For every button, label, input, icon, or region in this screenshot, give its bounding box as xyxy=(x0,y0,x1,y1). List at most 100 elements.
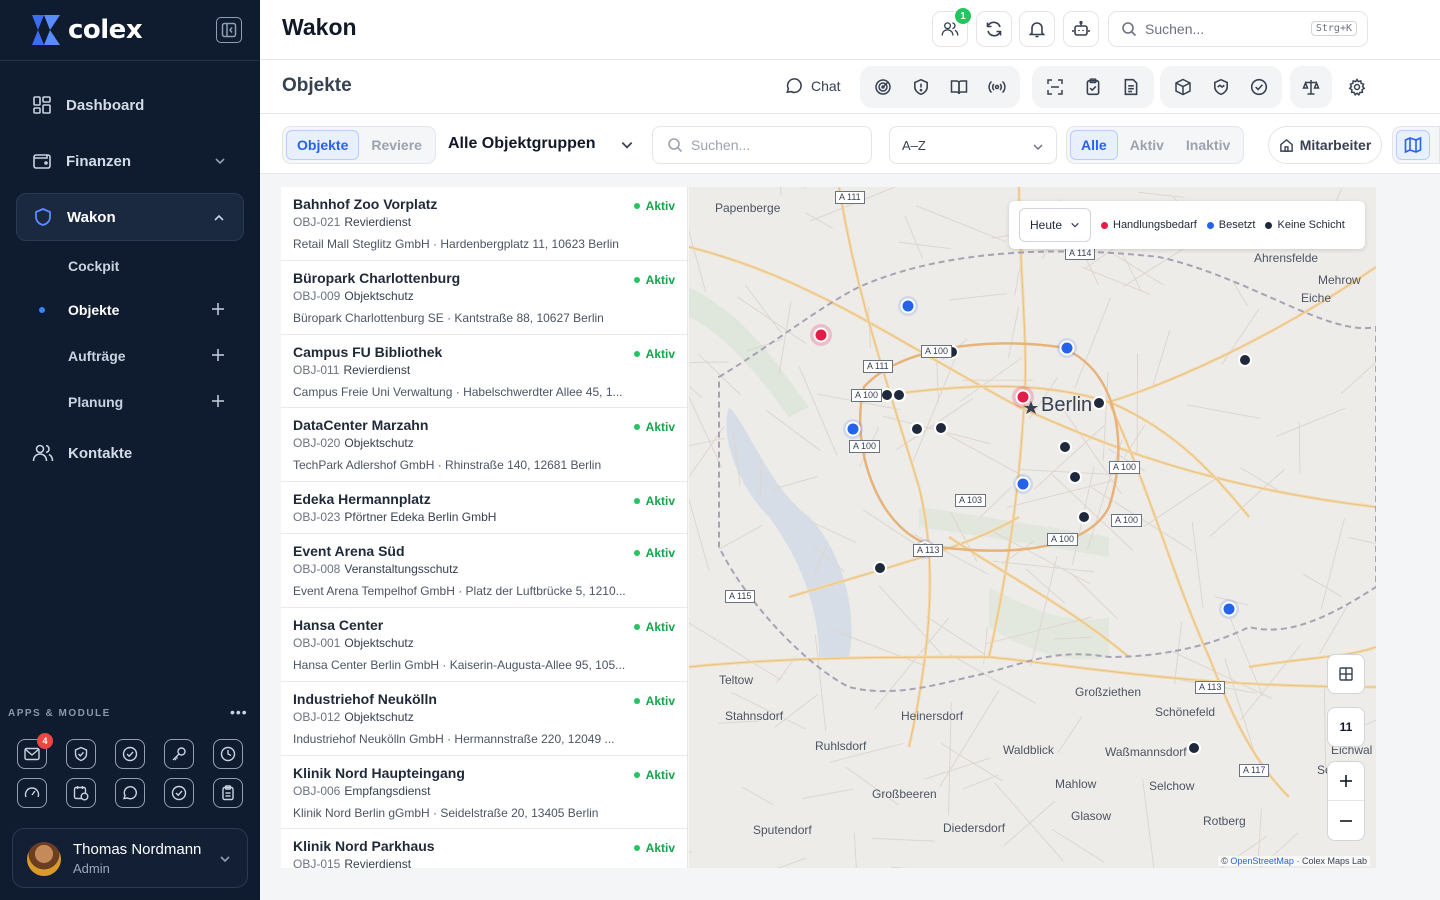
chevron-down-icon[interactable] xyxy=(620,138,634,152)
place-label: Glasow xyxy=(1071,809,1112,823)
object-marker[interactable] xyxy=(873,561,887,575)
staff-button[interactable]: Mitarbeiter xyxy=(1268,126,1382,164)
map-layers-button[interactable] xyxy=(1327,654,1365,694)
document-button[interactable] xyxy=(1114,70,1148,104)
sub-objekte[interactable]: Objekte xyxy=(39,298,238,322)
package-button[interactable] xyxy=(1166,70,1200,104)
app-shield[interactable] xyxy=(66,739,96,769)
app-gauge[interactable] xyxy=(17,778,47,808)
object-marker[interactable] xyxy=(934,421,948,435)
plus-icon[interactable] xyxy=(210,393,226,409)
object-marker[interactable] xyxy=(1077,510,1091,524)
list-item[interactable]: Büropark Charlottenburg OBJ-009 Objektschu… xyxy=(281,261,687,335)
refresh-button[interactable] xyxy=(976,11,1012,47)
tab-reviere[interactable]: Reviere xyxy=(361,130,432,160)
list-item[interactable]: Klinik Nord Parkhaus OBJ-015 Revierdienst A… xyxy=(281,829,687,868)
list-item[interactable]: Bahnhof Zoo Vorplatz OBJ-021 Revierdienst R… xyxy=(281,187,687,261)
assistant-button[interactable] xyxy=(1063,11,1099,47)
status-label: Aktiv xyxy=(645,272,675,287)
object-marker[interactable] xyxy=(1058,440,1072,454)
app-chat[interactable] xyxy=(115,778,145,808)
nav-dashboard[interactable]: Dashboard xyxy=(16,81,244,129)
object-marker[interactable] xyxy=(1238,353,1252,367)
chat-button[interactable]: Chat xyxy=(785,77,841,95)
legal-button[interactable] xyxy=(1294,70,1328,104)
shield-alert-button[interactable] xyxy=(904,70,938,104)
key-icon xyxy=(172,747,186,761)
tab-alle[interactable]: Alle xyxy=(1070,130,1118,160)
contacts-button[interactable]: 1 xyxy=(932,8,971,47)
object-marker[interactable] xyxy=(1187,741,1201,755)
object-marker[interactable] xyxy=(900,298,916,314)
app-mail[interactable]: 4 xyxy=(17,733,53,769)
tab-objekte[interactable]: Objekte xyxy=(286,130,360,160)
map[interactable]: Papenberge Ahrensfelde Mehrow Eiche Berlin Te… xyxy=(689,187,1376,868)
settings-button[interactable] xyxy=(1340,70,1374,104)
sort-select[interactable]: A–Z xyxy=(889,126,1057,164)
zoom-out-button[interactable] xyxy=(1328,801,1364,840)
legend-dot xyxy=(1206,221,1214,229)
osm-link[interactable]: OpenStreetMap xyxy=(1230,856,1294,866)
app-time[interactable] xyxy=(213,739,243,769)
logo[interactable]: colex xyxy=(30,12,143,48)
sub-planung[interactable]: Planung xyxy=(68,390,238,414)
notifications-button[interactable] xyxy=(1019,11,1055,47)
handshake-button[interactable] xyxy=(1204,70,1238,104)
sub-auftraege[interactable]: Aufträge xyxy=(68,344,238,368)
handbook-button[interactable] xyxy=(942,70,976,104)
nav-kontakte[interactable]: Kontakte xyxy=(16,429,244,477)
object-marker[interactable] xyxy=(1221,601,1237,617)
minor-road xyxy=(1086,439,1123,550)
object-marker[interactable] xyxy=(1068,470,1082,484)
list-item[interactable]: DataCenter Marzahn OBJ-020 Objektschutz Tec… xyxy=(281,408,687,483)
checklist-button[interactable] xyxy=(1076,70,1110,104)
list-item[interactable]: Industriehof Neukölln OBJ-012 Objektschutz… xyxy=(281,682,687,756)
nav-finanzen[interactable]: Finanzen xyxy=(16,137,244,185)
plus-icon[interactable] xyxy=(210,301,226,317)
object-search-input[interactable]: Suchen... xyxy=(652,126,872,164)
list-item[interactable]: Klinik Nord Haupteingang OBJ-006 Empfangsd… xyxy=(281,756,687,830)
list-item[interactable]: Hansa Center OBJ-001 Objektschutz Hansa Cen… xyxy=(281,608,687,682)
nav-wakon[interactable]: Wakon xyxy=(16,193,244,241)
place-label: Mehrow xyxy=(1318,273,1361,287)
object-marker[interactable] xyxy=(910,422,924,436)
apps-more-button[interactable]: ••• xyxy=(230,704,248,720)
list-item[interactable]: Campus FU Bibliothek OBJ-011 Revierdienst C… xyxy=(281,335,687,409)
app-tasks[interactable] xyxy=(115,739,145,769)
legend-dot xyxy=(1265,221,1273,229)
object-group-select[interactable]: Alle Objektgruppen xyxy=(448,135,596,153)
radar-button[interactable] xyxy=(866,70,900,104)
book-open-icon xyxy=(950,80,968,95)
object-marker[interactable] xyxy=(1015,476,1031,492)
tab-aktiv[interactable]: Aktiv xyxy=(1120,130,1174,160)
app-approve[interactable] xyxy=(164,778,194,808)
object-marker[interactable] xyxy=(845,421,861,437)
object-marker[interactable] xyxy=(1092,396,1106,410)
object-id: OBJ-009 xyxy=(293,288,341,303)
scan-button[interactable] xyxy=(1038,70,1072,104)
map-view-option[interactable] xyxy=(1396,130,1430,160)
sub-cockpit[interactable]: Cockpit xyxy=(68,254,238,278)
list-item[interactable]: Edeka Hermannplatz OBJ-023 Pförtner Edeka … xyxy=(281,482,687,535)
badge-check-button[interactable] xyxy=(1242,70,1276,104)
app-calendar[interactable] xyxy=(66,778,96,808)
zoom-in-button[interactable] xyxy=(1328,762,1364,802)
plus-icon[interactable] xyxy=(210,347,226,363)
day-select[interactable]: Heute xyxy=(1019,208,1091,242)
global-search-input[interactable]: Suchen... Strg+K xyxy=(1108,11,1368,47)
app-clipboard[interactable] xyxy=(213,778,243,808)
legend-label: Besetzt xyxy=(1218,219,1256,231)
list-item[interactable]: Event Arena Süd OBJ-008 Veranstaltungsschu… xyxy=(281,534,687,608)
map-view-toggle[interactable] xyxy=(1392,126,1440,164)
status-dot xyxy=(633,276,640,283)
user-menu[interactable]: Thomas Nordmann Admin xyxy=(12,828,248,888)
object-marker[interactable] xyxy=(880,388,894,402)
object-marker[interactable] xyxy=(892,388,906,402)
broadcast-button[interactable] xyxy=(980,70,1014,104)
collapse-sidebar-button[interactable] xyxy=(216,17,242,43)
object-marker[interactable] xyxy=(1015,389,1031,405)
app-keys[interactable] xyxy=(164,739,194,769)
object-marker[interactable] xyxy=(1059,340,1075,356)
object-marker[interactable] xyxy=(813,327,829,343)
tab-inaktiv[interactable]: Inaktiv xyxy=(1176,130,1240,160)
